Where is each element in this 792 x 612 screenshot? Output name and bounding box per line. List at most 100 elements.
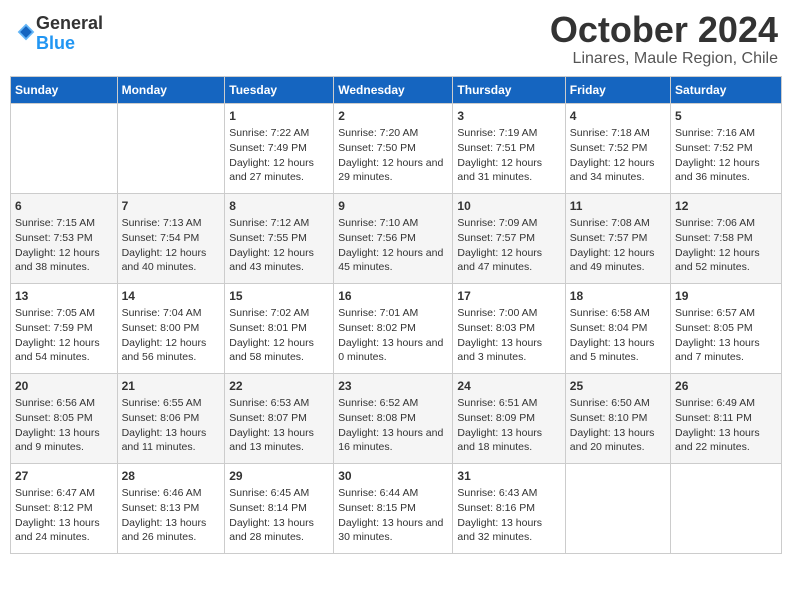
daylight-text: Daylight: 12 hours and 56 minutes. <box>122 336 221 365</box>
table-row: 26Sunrise: 6:49 AMSunset: 8:11 PMDayligh… <box>671 373 782 463</box>
header-saturday: Saturday <box>671 76 782 103</box>
sunset-text: Sunset: 8:00 PM <box>122 321 221 336</box>
header-monday: Monday <box>117 76 225 103</box>
table-row: 6Sunrise: 7:15 AMSunset: 7:53 PMDaylight… <box>11 193 118 283</box>
sunrise-text: Sunrise: 6:53 AM <box>229 396 329 411</box>
daylight-text: Daylight: 12 hours and 27 minutes. <box>229 156 329 185</box>
table-row: 23Sunrise: 6:52 AMSunset: 8:08 PMDayligh… <box>334 373 453 463</box>
day-number: 8 <box>229 198 329 215</box>
table-row: 16Sunrise: 7:01 AMSunset: 8:02 PMDayligh… <box>334 283 453 373</box>
day-number: 22 <box>229 378 329 395</box>
header-friday: Friday <box>565 76 670 103</box>
sunrise-text: Sunrise: 7:04 AM <box>122 306 221 321</box>
table-row: 5Sunrise: 7:16 AMSunset: 7:52 PMDaylight… <box>671 103 782 193</box>
sunrise-text: Sunrise: 7:16 AM <box>675 126 777 141</box>
sunset-text: Sunset: 8:13 PM <box>122 501 221 516</box>
sunrise-text: Sunrise: 7:08 AM <box>570 216 666 231</box>
daylight-text: Daylight: 13 hours and 13 minutes. <box>229 426 329 455</box>
day-number: 3 <box>457 108 560 125</box>
sunset-text: Sunset: 8:07 PM <box>229 411 329 426</box>
day-number: 26 <box>675 378 777 395</box>
sunset-text: Sunset: 8:02 PM <box>338 321 448 336</box>
table-row: 9Sunrise: 7:10 AMSunset: 7:56 PMDaylight… <box>334 193 453 283</box>
sunset-text: Sunset: 8:14 PM <box>229 501 329 516</box>
sunset-text: Sunset: 8:16 PM <box>457 501 560 516</box>
sunrise-text: Sunrise: 7:10 AM <box>338 216 448 231</box>
table-row: 1Sunrise: 7:22 AMSunset: 7:49 PMDaylight… <box>225 103 334 193</box>
sunset-text: Sunset: 8:11 PM <box>675 411 777 426</box>
table-row: 25Sunrise: 6:50 AMSunset: 8:10 PMDayligh… <box>565 373 670 463</box>
table-row: 11Sunrise: 7:08 AMSunset: 7:57 PMDayligh… <box>565 193 670 283</box>
day-number: 10 <box>457 198 560 215</box>
sunset-text: Sunset: 7:53 PM <box>15 231 113 246</box>
sunrise-text: Sunrise: 6:50 AM <box>570 396 666 411</box>
day-number: 7 <box>122 198 221 215</box>
daylight-text: Daylight: 13 hours and 0 minutes. <box>338 336 448 365</box>
sunrise-text: Sunrise: 7:05 AM <box>15 306 113 321</box>
table-row <box>117 103 225 193</box>
daylight-text: Daylight: 13 hours and 26 minutes. <box>122 516 221 545</box>
sunset-text: Sunset: 8:09 PM <box>457 411 560 426</box>
daylight-text: Daylight: 12 hours and 38 minutes. <box>15 246 113 275</box>
daylight-text: Daylight: 13 hours and 20 minutes. <box>570 426 666 455</box>
sunset-text: Sunset: 7:57 PM <box>570 231 666 246</box>
daylight-text: Daylight: 12 hours and 34 minutes. <box>570 156 666 185</box>
daylight-text: Daylight: 13 hours and 32 minutes. <box>457 516 560 545</box>
daylight-text: Daylight: 12 hours and 54 minutes. <box>15 336 113 365</box>
daylight-text: Daylight: 12 hours and 49 minutes. <box>570 246 666 275</box>
logo-icon <box>16 22 36 42</box>
table-row <box>11 103 118 193</box>
sunset-text: Sunset: 7:52 PM <box>675 141 777 156</box>
day-number: 27 <box>15 468 113 485</box>
sunset-text: Sunset: 7:49 PM <box>229 141 329 156</box>
table-row: 4Sunrise: 7:18 AMSunset: 7:52 PMDaylight… <box>565 103 670 193</box>
daylight-text: Daylight: 13 hours and 28 minutes. <box>229 516 329 545</box>
sunrise-text: Sunrise: 7:06 AM <box>675 216 777 231</box>
daylight-text: Daylight: 12 hours and 43 minutes. <box>229 246 329 275</box>
sunrise-text: Sunrise: 6:46 AM <box>122 486 221 501</box>
day-number: 21 <box>122 378 221 395</box>
calendar-week-row: 20Sunrise: 6:56 AMSunset: 8:05 PMDayligh… <box>11 373 782 463</box>
daylight-text: Daylight: 12 hours and 58 minutes. <box>229 336 329 365</box>
sunset-text: Sunset: 7:57 PM <box>457 231 560 246</box>
sunrise-text: Sunrise: 7:19 AM <box>457 126 560 141</box>
sunrise-text: Sunrise: 7:13 AM <box>122 216 221 231</box>
day-number: 11 <box>570 198 666 215</box>
day-number: 1 <box>229 108 329 125</box>
sunrise-text: Sunrise: 7:15 AM <box>15 216 113 231</box>
daylight-text: Daylight: 12 hours and 31 minutes. <box>457 156 560 185</box>
sunset-text: Sunset: 7:54 PM <box>122 231 221 246</box>
sunrise-text: Sunrise: 6:57 AM <box>675 306 777 321</box>
daylight-text: Daylight: 12 hours and 47 minutes. <box>457 246 560 275</box>
table-row: 2Sunrise: 7:20 AMSunset: 7:50 PMDaylight… <box>334 103 453 193</box>
sunset-text: Sunset: 8:01 PM <box>229 321 329 336</box>
sunrise-text: Sunrise: 6:47 AM <box>15 486 113 501</box>
day-number: 17 <box>457 288 560 305</box>
day-number: 30 <box>338 468 448 485</box>
sunset-text: Sunset: 8:15 PM <box>338 501 448 516</box>
table-row: 19Sunrise: 6:57 AMSunset: 8:05 PMDayligh… <box>671 283 782 373</box>
sunrise-text: Sunrise: 7:20 AM <box>338 126 448 141</box>
calendar-week-row: 6Sunrise: 7:15 AMSunset: 7:53 PMDaylight… <box>11 193 782 283</box>
day-number: 4 <box>570 108 666 125</box>
sunrise-text: Sunrise: 7:22 AM <box>229 126 329 141</box>
day-number: 28 <box>122 468 221 485</box>
day-number: 16 <box>338 288 448 305</box>
sunset-text: Sunset: 8:08 PM <box>338 411 448 426</box>
day-number: 25 <box>570 378 666 395</box>
table-row: 22Sunrise: 6:53 AMSunset: 8:07 PMDayligh… <box>225 373 334 463</box>
daylight-text: Daylight: 13 hours and 7 minutes. <box>675 336 777 365</box>
daylight-text: Daylight: 13 hours and 5 minutes. <box>570 336 666 365</box>
table-row: 27Sunrise: 6:47 AMSunset: 8:12 PMDayligh… <box>11 463 118 553</box>
day-number: 18 <box>570 288 666 305</box>
sunrise-text: Sunrise: 7:00 AM <box>457 306 560 321</box>
table-row: 3Sunrise: 7:19 AMSunset: 7:51 PMDaylight… <box>453 103 565 193</box>
day-number: 12 <box>675 198 777 215</box>
sunrise-text: Sunrise: 6:58 AM <box>570 306 666 321</box>
sunrise-text: Sunrise: 6:45 AM <box>229 486 329 501</box>
weekday-header-row: Sunday Monday Tuesday Wednesday Thursday… <box>11 76 782 103</box>
sunset-text: Sunset: 8:12 PM <box>15 501 113 516</box>
daylight-text: Daylight: 13 hours and 18 minutes. <box>457 426 560 455</box>
sunset-text: Sunset: 8:04 PM <box>570 321 666 336</box>
daylight-text: Daylight: 13 hours and 22 minutes. <box>675 426 777 455</box>
